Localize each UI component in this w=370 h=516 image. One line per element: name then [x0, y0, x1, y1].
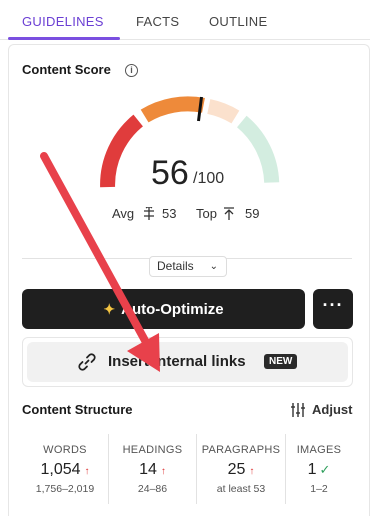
avg-value: 53 [162, 206, 177, 221]
stat-images: IMAGES 1 ✓ 1–2 [286, 434, 352, 504]
up-arrow-icon: ↑ [84, 466, 90, 477]
stat-value: 25 [227, 461, 246, 478]
stat-range: 1,756–2,019 [35, 483, 95, 495]
sparkle-icon: ✦ [103, 301, 116, 317]
stat-headings: HEADINGS 14 ↑ 24–86 [109, 434, 196, 504]
details-button[interactable]: Details ⌄ [149, 256, 227, 277]
stat-value: 14 [139, 461, 157, 478]
stat-label: IMAGES [296, 444, 342, 456]
details-label: Details [157, 259, 194, 273]
sliders-icon [291, 403, 305, 417]
auto-optimize-label: Auto-Optimize [121, 301, 224, 318]
check-icon: ✓ [319, 462, 331, 477]
gauge-segment-high [236, 115, 280, 184]
tab-outline[interactable]: OUTLINE [209, 0, 267, 40]
score-max: /100 [193, 170, 225, 187]
more-options-button[interactable]: ··· [313, 289, 353, 329]
stat-words: WORDS 1,054 ↑ 1,756–2,019 [22, 434, 108, 504]
tab-guidelines[interactable]: GUIDELINES [22, 0, 104, 40]
info-icon[interactable]: i [125, 64, 138, 77]
gauge-segment-low [100, 114, 144, 188]
content-structure-title: Content Structure [22, 402, 133, 417]
tab-facts[interactable]: FACTS [136, 0, 179, 40]
stat-label: WORDS [43, 444, 87, 456]
stat-range: at least 53 [216, 483, 266, 495]
stat-label: HEADINGS [122, 444, 183, 456]
stat-paragraphs: PARAGRAPHS 25 ↑ at least 53 [197, 434, 285, 504]
content-score-title: Content Score [22, 62, 111, 77]
stat-label: PARAGRAPHS [201, 444, 281, 456]
score-gauge [100, 96, 280, 188]
active-tab-indicator [8, 37, 120, 40]
gauge-segment-mid [140, 96, 205, 123]
top-arrow-icon [224, 207, 234, 220]
up-arrow-icon: ↑ [160, 466, 166, 477]
link-icon [78, 353, 96, 371]
chevron-down-icon: ⌄ [209, 261, 218, 272]
stat-range: 24–86 [137, 483, 168, 495]
avg-label: Avg [112, 206, 135, 221]
score-value: 56 [151, 154, 189, 192]
top-value: 59 [245, 206, 260, 221]
average-icon [144, 207, 154, 220]
stat-value: 1 [307, 461, 317, 478]
up-arrow-icon: ↑ [249, 466, 255, 477]
stat-value: 1,054 [40, 461, 81, 478]
adjust-label: Adjust [312, 402, 353, 417]
new-badge: NEW [264, 354, 298, 369]
content-structure-stats: WORDS 1,054 ↑ 1,756–2,019 HEADINGS 14 ↑ 24… [22, 434, 352, 504]
stat-range: 1–2 [310, 483, 328, 495]
auto-optimize-button[interactable]: ✦ Auto-Optimize [22, 289, 305, 329]
insert-internal-links-button[interactable]: Insert internal links NEW [27, 342, 348, 382]
gauge-segment-mid-light [206, 99, 240, 124]
insert-internal-links-label: Insert internal links [108, 353, 246, 370]
top-label: Top [196, 206, 217, 221]
tab-bar: GUIDELINES FACTS OUTLINE [0, 0, 370, 40]
